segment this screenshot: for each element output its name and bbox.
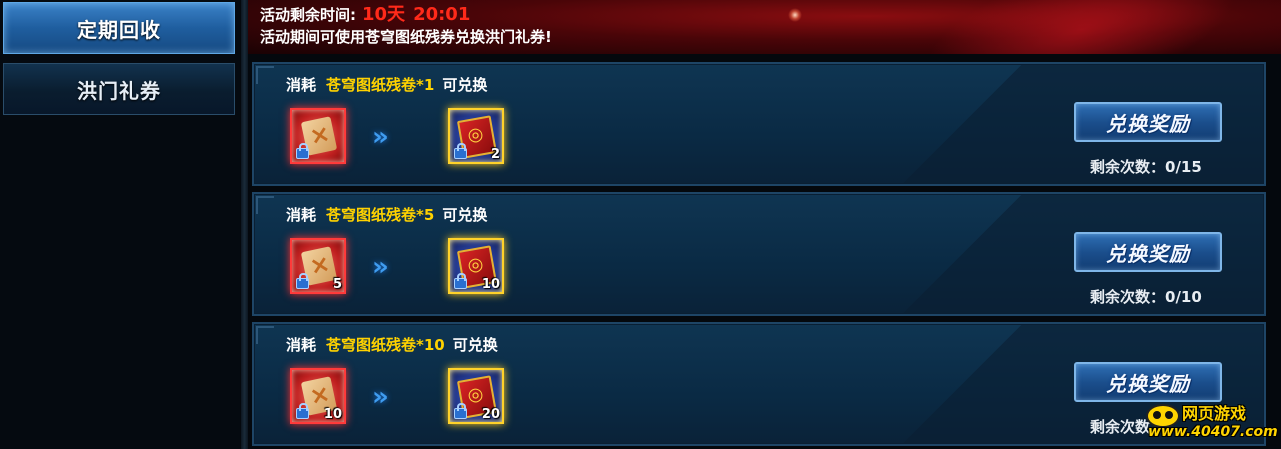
sidebar-item-hongmen-voucher[interactable]: 洪门礼券 [3,63,235,115]
cost-amount: 苍穹图纸残卷*1 [326,76,435,94]
cost-suffix: 可兑换 [442,206,488,224]
row-corner [256,326,274,344]
row-corner [256,196,274,214]
countdown: 活动剩余时间: 10天 20:01 [260,0,470,26]
output-item-slot[interactable]: 10 [448,238,504,294]
watermark-url: www.40407.com [1148,424,1278,440]
output-item-qty: 20 [481,407,500,422]
double-chevron-right-icon: » [372,382,389,412]
cost-prefix: 消耗 [286,76,317,94]
output-item-slot[interactable]: 2 [448,108,504,164]
banner-decoration [910,0,1252,54]
lock-icon [454,273,467,289]
input-item-slot[interactable]: 5 [290,238,346,294]
lock-icon [296,273,309,289]
exchange-row: 消耗苍穹图纸残卷*5 可兑换 5 » 10 兑换奖励 剩余次数：0/10 [252,192,1266,316]
countdown-clock: 20:01 [413,4,471,25]
countdown-days: 10天 [362,4,406,25]
lock-icon [296,403,309,419]
input-item-qty: 5 [332,277,342,292]
sidebar: 定期回收 洪门礼券 [0,0,240,449]
remaining-count: 剩余次数：0/15 [1090,158,1202,176]
exchange-description: 消耗 苍穹图纸残卷*5 可兑换 [286,204,487,225]
output-item-qty: 10 [481,277,500,292]
exchange-row: 消耗苍穹图纸残卷*1 可兑换 » 2 兑换奖励 剩余次数：0/15 [252,62,1266,186]
input-item-slot[interactable] [290,108,346,164]
event-banner: 活动剩余时间: 10天 20:01 活动期间可使用苍穹图纸残券兑换洪门礼券! [248,0,1281,54]
exchange-reward-button[interactable]: 兑换奖励 [1074,232,1222,272]
row-corner [256,66,274,84]
input-item-qty: 10 [323,407,342,422]
event-notice: 活动期间可使用苍穹图纸残券兑换洪门礼券! [260,28,552,46]
cost-prefix: 消耗 [286,336,317,354]
exchange-reward-button[interactable]: 兑换奖励 [1074,102,1222,142]
site-watermark: 网页游戏 www.40407.com [1146,398,1278,446]
divider [241,0,248,449]
sidebar-item-periodic-recycle[interactable]: 定期回收 [3,2,235,54]
cost-amount: 苍穹图纸残卷*5 [326,206,435,224]
exchange-description: 消耗 苍穹图纸残卷*1 可兑换 [286,74,487,95]
banner-flare [788,8,802,22]
output-item-slot[interactable]: 20 [448,368,504,424]
lock-icon [296,143,309,159]
lock-icon [454,143,467,159]
cost-suffix: 可兑换 [452,336,498,354]
cost-amount: 苍穹图纸残卷*10 [326,336,445,354]
output-item-qty: 2 [490,147,500,162]
input-item-slot[interactable]: 10 [290,368,346,424]
cost-prefix: 消耗 [286,206,317,224]
double-chevron-right-icon: » [372,252,389,282]
exchange-description: 消耗 苍穹图纸残卷*10 可兑换 [286,334,498,355]
watermark-title: 网页游戏 [1182,404,1247,423]
lock-icon [454,403,467,419]
exchange-row: 消耗苍穹图纸残卷*10 可兑换 10 » 20 兑换奖励 剩余次数 [252,322,1266,446]
exchange-reward-button[interactable]: 兑换奖励 [1074,362,1222,402]
remaining-count: 剩余次数 [1090,418,1151,436]
double-chevron-right-icon: » [372,122,389,152]
cost-suffix: 可兑换 [442,76,488,94]
countdown-label: 活动剩余时间: [260,6,356,24]
remaining-count: 剩余次数：0/10 [1090,288,1202,306]
